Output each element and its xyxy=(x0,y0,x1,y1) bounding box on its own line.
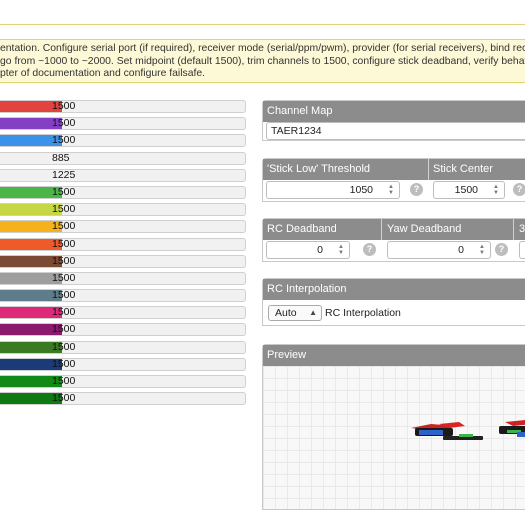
instructions-line-1: entation. Configure serial port (if requ… xyxy=(0,43,525,54)
channel-value: 1500 xyxy=(52,185,76,198)
stick-center-spinner-icon[interactable]: ▲ ▼ xyxy=(493,184,499,196)
help-icon[interactable]: ? xyxy=(513,183,525,196)
help-icon[interactable]: ? xyxy=(495,243,508,256)
channel-bar: 1500 xyxy=(0,271,246,285)
yaw-deadband-title: Yaw Deadband xyxy=(387,223,462,235)
stick-low-value: 1050 xyxy=(349,184,373,196)
help-icon[interactable]: ? xyxy=(363,243,376,256)
channel-map-input[interactable]: TAER1234 xyxy=(266,122,525,140)
channel-value: 1500 xyxy=(52,289,76,302)
channel-bar: 1500 xyxy=(0,306,246,320)
channel-bar: 1500 xyxy=(0,254,246,268)
yaw-deadband-input[interactable]: 0 ▲ ▼ xyxy=(387,241,491,259)
channel-value: 1500 xyxy=(52,271,76,284)
quad-model-icon xyxy=(411,420,525,440)
stick-center-input[interactable]: 1500 ▲ ▼ xyxy=(433,181,505,199)
deadband-panel-header: RC Deadband Yaw Deadband 3 xyxy=(263,219,525,240)
stick-low-spinner-icon[interactable]: ▲ ▼ xyxy=(388,184,394,196)
channel-bar: 1500 xyxy=(0,203,246,217)
channel-value: 1500 xyxy=(52,340,76,353)
channel-value: 1500 xyxy=(52,357,76,370)
stick-low-title: 'Stick Low' Threshold xyxy=(267,163,371,175)
yaw-deadband-value: 0 xyxy=(458,244,464,256)
channel-value: 1500 xyxy=(52,220,76,233)
stick-center-value: 1500 xyxy=(454,184,478,196)
channel-map-panel: Channel Map TAER1234 xyxy=(262,100,525,141)
column-divider xyxy=(381,219,382,240)
interpolation-panel: RC Interpolation Auto ▲ RC Interpolation xyxy=(262,278,525,326)
channel-bar: 885 xyxy=(0,151,246,165)
help-icon[interactable]: ? xyxy=(410,183,423,196)
channel-value: 1500 xyxy=(52,100,76,112)
channel-bar: 1225 xyxy=(0,168,246,182)
interpolation-label: RC Interpolation xyxy=(325,307,401,319)
instructions-note: entation. Configure serial port (if requ… xyxy=(0,39,525,83)
channel-value: 1225 xyxy=(52,168,76,181)
deadband-panel: RC Deadband Yaw Deadband 3 0 ▲ ▼ ? 0 ▲ ▼ ? xyxy=(262,218,525,262)
channel-bar: 1500 xyxy=(0,340,246,354)
channel-bar: 1500 xyxy=(0,220,246,234)
channel-bars: 1500 1500 1500 885 1225 1500 1500 1500 1500 1500 1… xyxy=(0,100,246,409)
instructions-line-2: go from ~1000 to ~2000. Set midpoint (de… xyxy=(0,55,525,67)
third-deadband-title: 3 xyxy=(519,223,525,235)
preview-panel: Preview xyxy=(262,344,525,510)
rc-deadband-value: 0 xyxy=(317,244,323,256)
channel-value: 1500 xyxy=(52,323,76,336)
stick-panel: 'Stick Low' Threshold Stick Center 1050 … xyxy=(262,158,525,202)
channel-value: 1500 xyxy=(52,237,76,250)
channel-bar: 1500 xyxy=(0,357,246,371)
top-divider xyxy=(0,0,525,25)
rc-deadband-title: RC Deadband xyxy=(267,223,337,235)
channel-bar: 1500 xyxy=(0,134,246,148)
stick-low-input[interactable]: 1050 ▲ ▼ xyxy=(266,181,400,199)
instructions-line-3: pter of documentation and configure fail… xyxy=(0,68,206,79)
channel-value: 1500 xyxy=(52,392,76,405)
preview-canvas xyxy=(263,366,525,509)
channel-value: 1500 xyxy=(52,203,76,216)
channel-bar: 1500 xyxy=(0,100,246,113)
interpolation-title: RC Interpolation xyxy=(263,279,525,300)
rc-deadband-input[interactable]: 0 ▲ ▼ xyxy=(266,241,350,259)
channel-value: 1500 xyxy=(52,306,76,319)
channel-map-title: Channel Map xyxy=(263,101,525,122)
column-divider xyxy=(428,159,429,180)
third-deadband-input[interactable] xyxy=(519,241,525,259)
stick-center-title: Stick Center xyxy=(433,163,493,175)
stick-panel-header: 'Stick Low' Threshold Stick Center xyxy=(263,159,525,180)
channel-value: 1500 xyxy=(52,254,76,267)
channel-value: 885 xyxy=(52,151,70,164)
channel-value: 1500 xyxy=(52,117,76,130)
column-divider xyxy=(513,219,514,240)
rc-deadband-spinner-icon[interactable]: ▲ ▼ xyxy=(338,244,344,256)
channel-bar: 1500 xyxy=(0,289,246,303)
channel-bar: 1500 xyxy=(0,117,246,131)
preview-title: Preview xyxy=(263,345,525,366)
channel-value: 1500 xyxy=(52,375,76,387)
select-arrows-icon: ▲ xyxy=(309,308,317,317)
channel-value: 1500 xyxy=(52,134,76,147)
channel-bar: 1500 xyxy=(0,375,246,388)
interpolation-select-value: Auto xyxy=(275,307,297,319)
channel-bar: 1500 xyxy=(0,323,246,337)
channel-bar: 1500 xyxy=(0,392,246,406)
channel-bar: 1500 xyxy=(0,185,246,199)
yaw-deadband-spinner-icon[interactable]: ▲ ▼ xyxy=(479,244,485,256)
interpolation-select[interactable]: Auto ▲ xyxy=(268,305,322,321)
channel-bar: 1500 xyxy=(0,237,246,251)
